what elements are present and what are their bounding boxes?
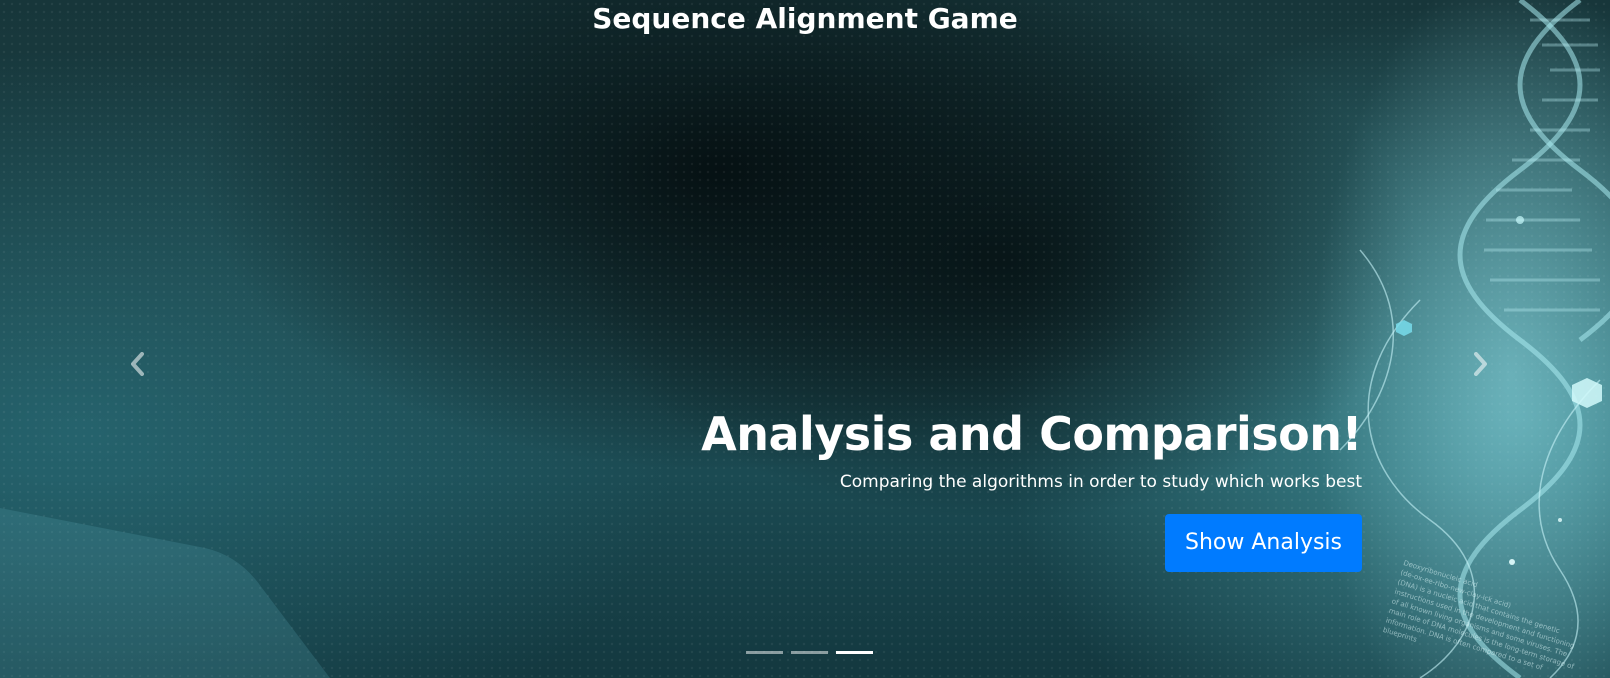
carousel-indicators [746,651,873,654]
carousel-indicator-1[interactable] [746,651,783,654]
slide-heading: Analysis and Comparison! [701,407,1362,461]
slide-caption: Analysis and Comparison! Comparing the a… [701,404,1362,572]
carousel-indicator-3[interactable] [836,651,873,654]
slide-description: Comparing the algorithms in order to stu… [839,472,1362,492]
background-shape [0,508,330,678]
carousel-next-button[interactable] [1462,346,1498,382]
page-title: Sequence Alignment Game [592,2,1018,35]
carousel-indicator-2[interactable] [791,651,828,654]
show-analysis-button[interactable]: Show Analysis [1165,514,1362,572]
chevron-right-icon [1474,352,1487,376]
carousel-prev-button[interactable] [120,346,156,382]
chevron-left-icon [131,352,144,376]
hero-carousel: Deoxyribonucleic acid (de-ox-ee-ribo-new… [0,0,1610,678]
